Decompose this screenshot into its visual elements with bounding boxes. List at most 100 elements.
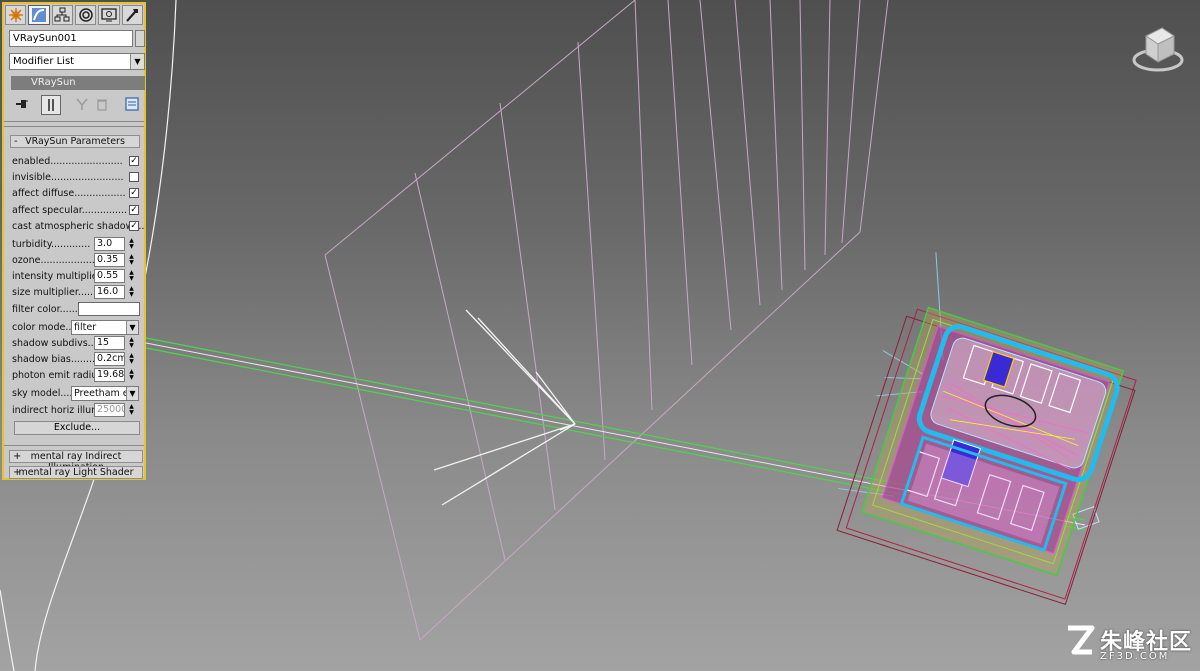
param-label: sky model..... — [12, 388, 76, 399]
affect-specular-checkbox[interactable]: ✓ — [129, 205, 139, 215]
sky-model-dropdown[interactable]: Preetham et ▼ — [71, 386, 139, 401]
show-end-result-button[interactable] — [41, 95, 61, 115]
spinner-icon[interactable]: ▲ ▼ — [127, 238, 136, 251]
rollout-mental-ray-indirect-illumination[interactable]: + mental ray Indirect Illumination — [9, 450, 143, 473]
shadow-subdivs-field[interactable]: 15 — [94, 336, 125, 350]
param-label: photon emit radius. — [12, 370, 106, 381]
watermark: 朱峰社区 ZF3D.COM — [1064, 624, 1194, 664]
spinner-icon[interactable]: ▲ ▼ — [127, 254, 136, 267]
rollout-vraysun-parameters[interactable]: - VRaySun Parameters — [10, 135, 140, 148]
object-name-field[interactable]: VRaySun001 — [9, 30, 133, 47]
motion-tab[interactable] — [74, 5, 97, 25]
building-model — [836, 252, 1137, 606]
display-tab[interactable] — [98, 5, 120, 25]
ozone-field[interactable]: 0.35 — [94, 253, 125, 267]
watermark-subtext: ZF3D.COM — [1100, 651, 1170, 662]
rollout-expand-sign: + — [13, 451, 22, 462]
create-tab[interactable] — [5, 5, 27, 25]
param-label: invisible........................ — [12, 172, 124, 183]
command-panel: VRaySun001 Modifier List ▼ VRaySun - VRa… — [2, 2, 146, 480]
spinner-icon[interactable]: ▲ ▼ — [127, 286, 136, 299]
param-sky-model: sky model..... Preetham et ▼ — [12, 386, 144, 401]
spinner-icon[interactable]: ▲ ▼ — [127, 337, 136, 350]
motion-icon — [78, 8, 93, 22]
param-label: enabled........................ — [12, 156, 123, 167]
show-end-result-icon — [48, 99, 54, 111]
chevron-down-icon[interactable]: ▼ — [126, 387, 138, 400]
modify-tab[interactable] — [28, 5, 50, 25]
spinner-icon[interactable]: ▲ ▼ — [127, 270, 136, 283]
exclude-button[interactable]: Exclude... — [14, 421, 140, 435]
indirect-horiz-illum-field[interactable]: 25000. — [94, 403, 125, 417]
affect-diffuse-checkbox[interactable]: ✓ — [129, 188, 139, 198]
make-unique-button[interactable] — [73, 95, 91, 113]
photon-emit-radius-field[interactable]: 19.685 — [94, 368, 125, 382]
param-label: affect specular............... — [12, 205, 128, 216]
invisible-checkbox[interactable] — [129, 172, 139, 182]
rollout-mental-ray-light-shader[interactable]: + mental ray Light Shader — [9, 466, 143, 479]
modifier-list-label: Modifier List — [13, 56, 75, 67]
display-icon — [101, 8, 117, 22]
divider — [4, 121, 144, 122]
param-color-mode: color mode... filter ▼ — [12, 320, 144, 335]
param-affect-diffuse: affect diffuse................. ✓ — [12, 186, 144, 201]
spinner-icon[interactable]: ▲ ▼ — [127, 404, 136, 417]
turbidity-field[interactable]: 3.0 — [94, 237, 125, 251]
param-intensity-multiplier: intensity multiplier... 0.55 ▲ ▼ — [12, 269, 144, 284]
curve-wire-2 — [0, 589, 15, 671]
color-mode-dropdown[interactable]: filter ▼ — [71, 320, 139, 335]
sky-model-value: Preetham et — [74, 388, 133, 399]
param-ozone: ozone..................... 0.35 ▲ ▼ — [12, 253, 144, 268]
configure-icon — [125, 97, 139, 111]
utilities-icon — [126, 9, 139, 22]
size-multiplier-field[interactable]: 16.0 — [94, 285, 125, 299]
param-enabled: enabled........................ ✓ — [12, 154, 144, 169]
make-unique-icon — [76, 98, 88, 110]
param-invisible: invisible........................ — [12, 170, 144, 185]
param-label: ozone..................... — [12, 255, 104, 266]
rollout-expand-sign: + — [13, 467, 22, 478]
param-shadow-subdivs: shadow subdivs....... 15 ▲ ▼ — [12, 336, 144, 351]
param-shadow-bias: shadow bias.......... 0.2cm ▲ ▼ — [12, 352, 144, 367]
divider — [4, 126, 144, 127]
param-photon-emit-radius: photon emit radius. 19.685 ▲▼ — [12, 368, 144, 383]
configure-modifier-sets-button[interactable] — [123, 95, 141, 113]
perspective-viewport[interactable]: 朱峰社区 ZF3D.COM — [0, 0, 1200, 671]
modifier-list-dropdown[interactable]: Modifier List ▼ — [9, 53, 145, 70]
filter-color-swatch[interactable] — [78, 302, 140, 316]
param-label: affect diffuse................. — [12, 188, 126, 199]
hierarchy-icon — [54, 7, 70, 22]
trash-icon — [97, 99, 107, 111]
chevron-down-icon[interactable]: ▼ — [130, 54, 144, 69]
spinner-icon[interactable]: ▲ ▼ — [127, 353, 136, 366]
param-label: size multiplier........ — [12, 287, 103, 298]
pin-icon — [16, 100, 28, 108]
spinner-icon[interactable]: ▲ ▼ — [127, 369, 136, 382]
utilities-tab[interactable] — [121, 5, 143, 25]
hierarchy-tab[interactable] — [51, 5, 73, 25]
rollout-title: VRaySun Parameters — [25, 136, 125, 147]
shadow-bias-field[interactable]: 0.2cm — [94, 352, 125, 366]
param-turbidity: turbidity............. 3.0 ▲ ▼ — [12, 237, 144, 252]
panel-tabs — [5, 5, 145, 27]
enabled-checkbox[interactable]: ✓ — [129, 156, 139, 166]
object-color-swatch[interactable] — [135, 30, 145, 47]
stack-buttons — [11, 95, 145, 115]
pin-stack-button[interactable] — [13, 95, 31, 113]
cast-atmospheric-shadows-checkbox[interactable]: ✓ — [129, 221, 139, 231]
param-indirect-horiz-illum: indirect horiz illum.. 25000. ▲▼ — [12, 403, 144, 418]
divider — [4, 445, 144, 446]
create-icon — [8, 8, 23, 22]
param-label: color mode... — [12, 322, 75, 333]
rollout-collapse-sign: - — [14, 136, 18, 147]
viewcube-icon[interactable] — [1128, 18, 1188, 78]
sun-plane-wire — [324, 0, 889, 641]
param-label: shadow bias.......... — [12, 354, 102, 365]
modifier-stack-item[interactable]: VRaySun — [11, 76, 145, 90]
scene-wireframe — [0, 0, 1137, 671]
remove-modifier-button[interactable] — [93, 95, 111, 113]
intensity-multiplier-field[interactable]: 0.55 — [94, 269, 125, 283]
param-affect-specular: affect specular............... ✓ — [12, 203, 144, 218]
color-mode-value: filter — [74, 322, 97, 333]
chevron-down-icon[interactable]: ▼ — [126, 321, 138, 334]
